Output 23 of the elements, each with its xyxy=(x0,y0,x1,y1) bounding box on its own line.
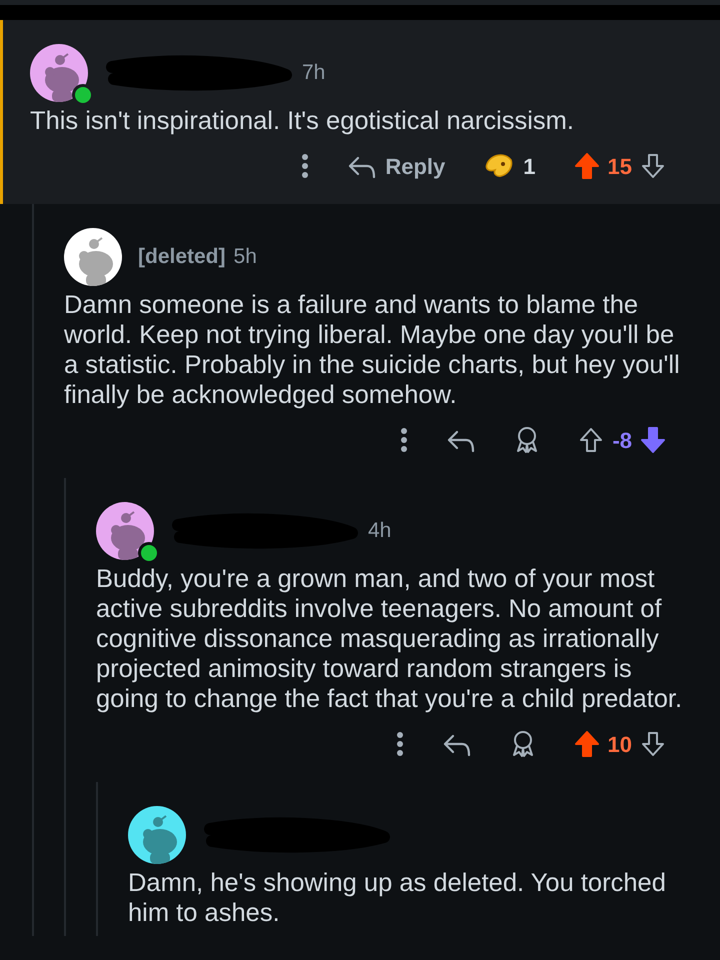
more-icon[interactable] xyxy=(400,427,408,453)
vote-score: 10 xyxy=(608,730,632,758)
comment-text: Damn, he's showing up as deleted. You torched him to ashes. xyxy=(128,868,667,928)
reply-button[interactable]: Reply xyxy=(347,150,446,182)
award-button[interactable]: 1 xyxy=(483,150,536,182)
downvote-icon[interactable] xyxy=(640,730,666,758)
comment-text: This isn't inspirational. It's egotistical narcissism. xyxy=(30,106,576,136)
upvote-icon[interactable] xyxy=(574,152,600,180)
comment-text: Buddy, you're a grown man, and two of your most active subreddits involve teenagers. No amount of cognitive dissonance masquerading as irrationally projected animosity toward random strangers is going to change the fact that you're a child predator. xyxy=(96,564,684,714)
vote-score: -8 xyxy=(612,426,632,454)
timestamp: 4h xyxy=(368,518,392,544)
more-icon[interactable] xyxy=(301,153,310,179)
username[interactable]: [deleted] xyxy=(138,241,226,273)
upvote-icon[interactable] xyxy=(574,730,600,758)
more-icon[interactable] xyxy=(396,731,404,757)
downvote-icon[interactable] xyxy=(640,426,666,454)
award-icon[interactable] xyxy=(483,152,516,180)
timestamp: 7h xyxy=(302,60,326,86)
upvote-icon[interactable] xyxy=(578,426,604,454)
downvote-icon[interactable] xyxy=(640,152,666,180)
comment-text: Damn someone is a failure and wants to blame the world. Keep not trying liberal. Maybe one day you'll be a statistic. Probably in the suicide charts, but hey you'll finally be acknowledged somehow. xyxy=(64,290,681,410)
timestamp: 5h xyxy=(234,244,257,270)
vote-score: 15 xyxy=(608,152,632,180)
